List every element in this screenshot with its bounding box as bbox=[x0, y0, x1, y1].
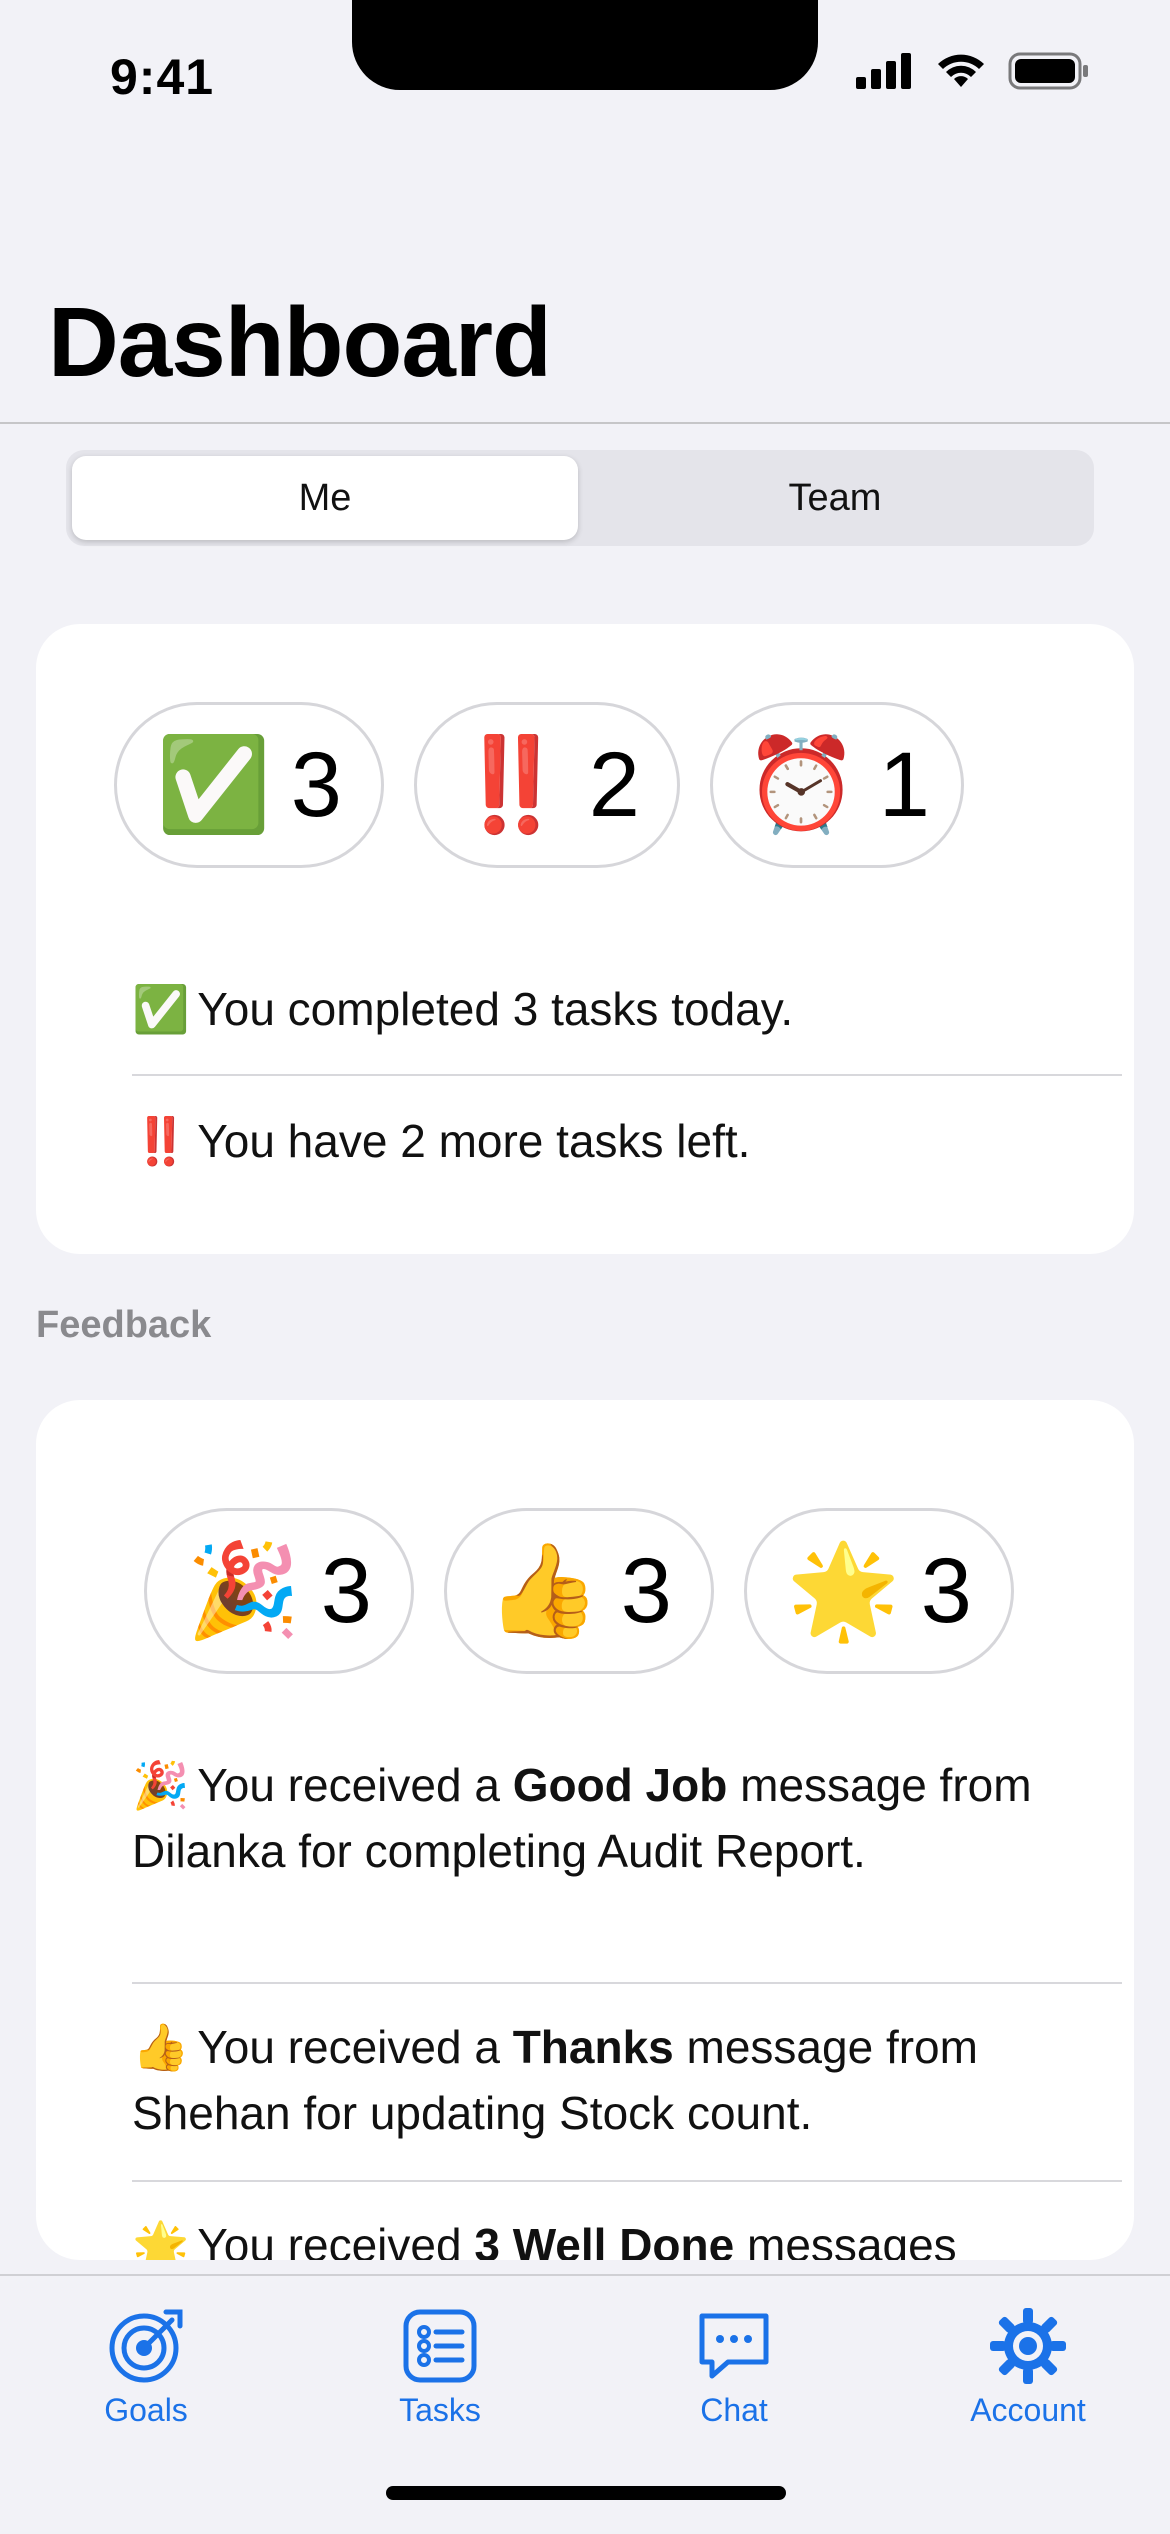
feedback-type: 3 Well Done bbox=[474, 2219, 735, 2260]
feedback-section-label: Feedback bbox=[36, 1304, 212, 1346]
remaining-count: 2 bbox=[588, 734, 640, 836]
alarm-clock-icon: ⏰ bbox=[744, 734, 859, 836]
completed-count-pill[interactable]: ✅ 3 bbox=[114, 702, 384, 868]
header-divider bbox=[0, 422, 1170, 424]
thanks-count-pill[interactable]: 👍 3 bbox=[444, 1508, 714, 1674]
glowing-star-icon: 🌟 bbox=[132, 2219, 190, 2260]
chat-bubble-icon bbox=[699, 2313, 769, 2379]
tab-goals-label: Goals bbox=[104, 2392, 188, 2428]
gear-icon bbox=[990, 2308, 1066, 2384]
feedback-text-pre: You received bbox=[197, 2219, 475, 2260]
feedback-item: 🎉 You received a Good Job message from Di… bbox=[132, 1752, 1088, 1884]
battery-icon bbox=[1008, 52, 1088, 90]
double-exclamation-icon: ‼️ bbox=[454, 734, 569, 836]
tab-tasks[interactable]: Tasks bbox=[330, 2306, 550, 2429]
party-popper-icon: 🎉 bbox=[132, 1759, 190, 1811]
overdue-count-pill[interactable]: ⏰ 1 bbox=[710, 702, 964, 868]
tab-chat[interactable]: Chat bbox=[624, 2306, 844, 2429]
feedback-type: Good Job bbox=[512, 1759, 728, 1811]
wifi-icon bbox=[938, 54, 984, 87]
double-exclamation-icon: ‼️ bbox=[132, 1115, 190, 1167]
list-item: ✅ You completed 3 tasks today. bbox=[132, 976, 1088, 1042]
thumbs-up-icon: 👍 bbox=[132, 2021, 190, 2073]
overdue-count: 1 bbox=[878, 734, 930, 836]
page-title: Dashboard bbox=[48, 287, 552, 397]
check-mark-icon: ✅ bbox=[156, 734, 271, 836]
feedback-text-pre: You received a bbox=[197, 2021, 513, 2073]
tab-account-label: Account bbox=[970, 2392, 1086, 2428]
check-mark-icon: ✅ bbox=[132, 983, 190, 1035]
completed-count: 3 bbox=[290, 734, 342, 836]
segment-team[interactable]: Team bbox=[582, 456, 1088, 540]
status-time: 9:41 bbox=[110, 49, 215, 105]
cellular-signal-icon bbox=[856, 53, 911, 89]
feedback-item: 👍 You received a Thanks message from Sheh… bbox=[132, 2014, 1088, 2146]
tab-tasks-label: Tasks bbox=[399, 2392, 481, 2428]
target-icon bbox=[109, 2309, 183, 2383]
checklist-icon bbox=[403, 2309, 477, 2383]
tab-goals[interactable]: Goals bbox=[36, 2306, 256, 2429]
feedback-text-pre: You received a bbox=[197, 1759, 513, 1811]
divider bbox=[132, 1982, 1122, 1984]
good-job-count-pill[interactable]: 🎉 3 bbox=[144, 1508, 414, 1674]
feedback-text-post: messages bbox=[734, 2219, 957, 2260]
task-summary-card: ✅ 3 ‼️ 2 ⏰ 1 ✅ You completed 3 tasks toda… bbox=[36, 624, 1134, 1254]
device-notch bbox=[352, 0, 818, 90]
list-item-text: You completed 3 tasks today. bbox=[197, 983, 794, 1035]
feedback-card: 🎉 3 👍 3 🌟 3 🎉 You received a Good Job mes… bbox=[36, 1400, 1134, 2260]
divider bbox=[132, 2180, 1122, 2182]
well-done-count-pill[interactable]: 🌟 3 bbox=[744, 1508, 1014, 1674]
remaining-count-pill[interactable]: ‼️ 2 bbox=[414, 702, 680, 868]
status-icons bbox=[856, 52, 1090, 90]
feedback-type: Thanks bbox=[512, 2021, 674, 2073]
status-bar: 9:41 bbox=[0, 0, 1170, 150]
divider bbox=[132, 1074, 1122, 1076]
thumbs-up-icon: 👍 bbox=[486, 1540, 601, 1642]
segment-me[interactable]: Me bbox=[72, 456, 578, 540]
good-job-count: 3 bbox=[320, 1540, 372, 1642]
tab-chat-label: Chat bbox=[700, 2392, 768, 2428]
segmented-control: Me Team bbox=[66, 450, 1094, 546]
feedback-item: 🌟 You received 3 Well Done messages bbox=[132, 2212, 1088, 2260]
well-done-count: 3 bbox=[920, 1540, 972, 1642]
party-popper-icon: 🎉 bbox=[186, 1540, 301, 1642]
tab-account[interactable]: Account bbox=[918, 2306, 1138, 2429]
home-indicator bbox=[386, 2486, 786, 2500]
glowing-star-icon: 🌟 bbox=[786, 1540, 901, 1642]
list-item-text: You have 2 more tasks left. bbox=[197, 1115, 751, 1167]
thanks-count: 3 bbox=[620, 1540, 672, 1642]
list-item: ‼️ You have 2 more tasks left. bbox=[132, 1108, 1088, 1174]
